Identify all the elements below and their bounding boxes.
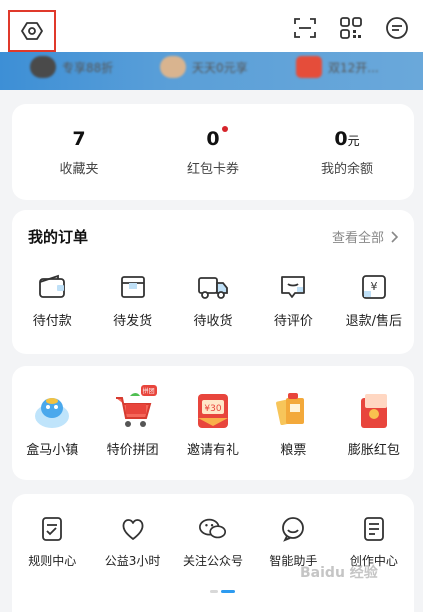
service-food-ticket[interactable]: 粮票 <box>253 389 333 458</box>
orders-title: 我的订单 <box>28 228 89 246</box>
services-card: 盒马小镇 拼团 特价拼团 ¥30 邀请有礼 粮票 膨胀红包 <box>12 366 414 480</box>
order-label: 待评价 <box>273 314 313 329</box>
order-label: 待收货 <box>193 314 233 329</box>
service-label: 特价拼团 <box>106 442 159 458</box>
group-buy-badge: 拼团 <box>140 384 157 396</box>
tool-smart-assistant[interactable]: 智能助手 <box>253 514 333 569</box>
promo-label: 专享88折 <box>62 60 114 75</box>
service-label: 粮票 <box>280 442 307 458</box>
refund-icon: ¥ <box>358 272 390 302</box>
page-dot <box>210 590 218 593</box>
chevron-right-icon <box>391 230 398 243</box>
my-orders-card: 我的订单 查看全部 待付款 待发货 待收货 待评价 ¥ 退款/售后 <box>12 210 414 354</box>
creator-icon <box>359 514 389 544</box>
scan-button[interactable] <box>291 14 319 42</box>
tool-label: 关注公众号 <box>183 554 244 568</box>
promo-strip[interactable]: 专享88折 天天0元享 双12开... <box>0 52 423 90</box>
scan-icon <box>294 18 316 38</box>
tool-follow-official-account[interactable]: 关注公众号 <box>173 514 253 569</box>
page-indicator <box>210 590 235 593</box>
service-group-buy[interactable]: 拼团 特价拼团 <box>92 384 172 458</box>
wallet-icon <box>36 272 68 302</box>
avatar <box>160 56 186 78</box>
messages-button[interactable] <box>383 14 411 42</box>
member-badge-icon <box>30 56 56 78</box>
food-ticket-icon <box>271 389 315 433</box>
view-all-orders-link[interactable]: 查看全部 <box>332 227 398 246</box>
promo-label: 双12开... <box>328 60 379 75</box>
promo-item-discount[interactable]: 专享88折 <box>30 56 113 78</box>
order-refund-aftersale[interactable]: ¥ 退款/售后 <box>334 272 414 329</box>
stat-label: 我的余额 <box>320 161 373 177</box>
settings-button[interactable] <box>8 10 56 52</box>
qr-code-icon <box>340 17 362 39</box>
group-buy-cart-icon: 拼团 <box>111 384 157 433</box>
watermark: Baidu 经验 <box>300 565 378 581</box>
service-red-packet[interactable]: 膨胀红包 <box>334 389 414 458</box>
hema-town-icon <box>30 389 74 433</box>
box-icon <box>117 272 149 302</box>
tool-label: 公益3小时 <box>104 554 161 568</box>
tool-label: 规则中心 <box>28 554 77 568</box>
message-icon <box>386 17 408 39</box>
wechat-icon <box>198 514 228 544</box>
stat-label: 红包卡券 <box>186 161 239 177</box>
stat-balance[interactable]: 0元 我的余额 <box>280 104 414 200</box>
order-label: 退款/售后 <box>345 314 403 329</box>
service-hema-town[interactable]: 盒马小镇 <box>12 389 92 458</box>
order-pending-shipment[interactable]: 待发货 <box>92 272 172 329</box>
service-label: 膨胀红包 <box>347 442 400 458</box>
service-label: 盒马小镇 <box>26 442 79 458</box>
rules-icon <box>37 514 67 544</box>
view-all-label: 查看全部 <box>331 231 384 246</box>
promo-item-double12[interactable]: 双12开... <box>296 56 379 78</box>
order-label: 待发货 <box>113 314 153 329</box>
tool-rules-center[interactable]: 规则中心 <box>12 514 92 569</box>
svg-text:¥30: ¥30 <box>204 404 221 414</box>
settings-hexagon-icon <box>21 22 43 40</box>
order-label: 待付款 <box>32 314 72 329</box>
stat-coupons[interactable]: 0 红包卡券 <box>146 104 280 200</box>
tool-charity[interactable]: 公益3小时 <box>92 514 172 569</box>
account-stats-card: 7 收藏夹 0 红包卡券 0元 我的余额 <box>12 104 414 200</box>
service-label: 邀请有礼 <box>187 442 240 458</box>
promo-label: 天天0元享 <box>192 60 248 75</box>
qr-code-button[interactable] <box>337 14 365 42</box>
stat-value: 0元 <box>334 127 360 150</box>
notification-dot <box>221 125 228 132</box>
invite-gift-icon: ¥30 <box>191 389 235 433</box>
page-dot-active <box>221 590 235 593</box>
order-pending-receipt[interactable]: 待收货 <box>173 272 253 329</box>
red-packet-icon <box>296 56 322 78</box>
assistant-icon <box>278 514 308 544</box>
promo-item-free[interactable]: 天天0元享 <box>160 56 248 78</box>
stat-label: 收藏夹 <box>59 161 99 177</box>
tools-card: 规则中心 公益3小时 关注公众号 智能助手 创作中心 <box>12 494 414 612</box>
service-invite-gift[interactable]: ¥30 邀请有礼 <box>173 389 253 458</box>
stat-favorites[interactable]: 7 收藏夹 <box>12 104 146 200</box>
stat-value: 0 <box>206 125 228 150</box>
truck-icon <box>197 272 229 302</box>
comment-icon <box>277 272 309 302</box>
tool-creator-center[interactable]: 创作中心 <box>334 514 414 569</box>
charity-icon <box>118 514 148 544</box>
red-packet-icon <box>352 389 396 433</box>
stat-value: 7 <box>72 127 86 150</box>
order-pending-payment[interactable]: 待付款 <box>12 272 92 329</box>
order-pending-review[interactable]: 待评价 <box>253 272 333 329</box>
top-bar <box>0 0 423 58</box>
svg-text:¥: ¥ <box>370 280 377 293</box>
